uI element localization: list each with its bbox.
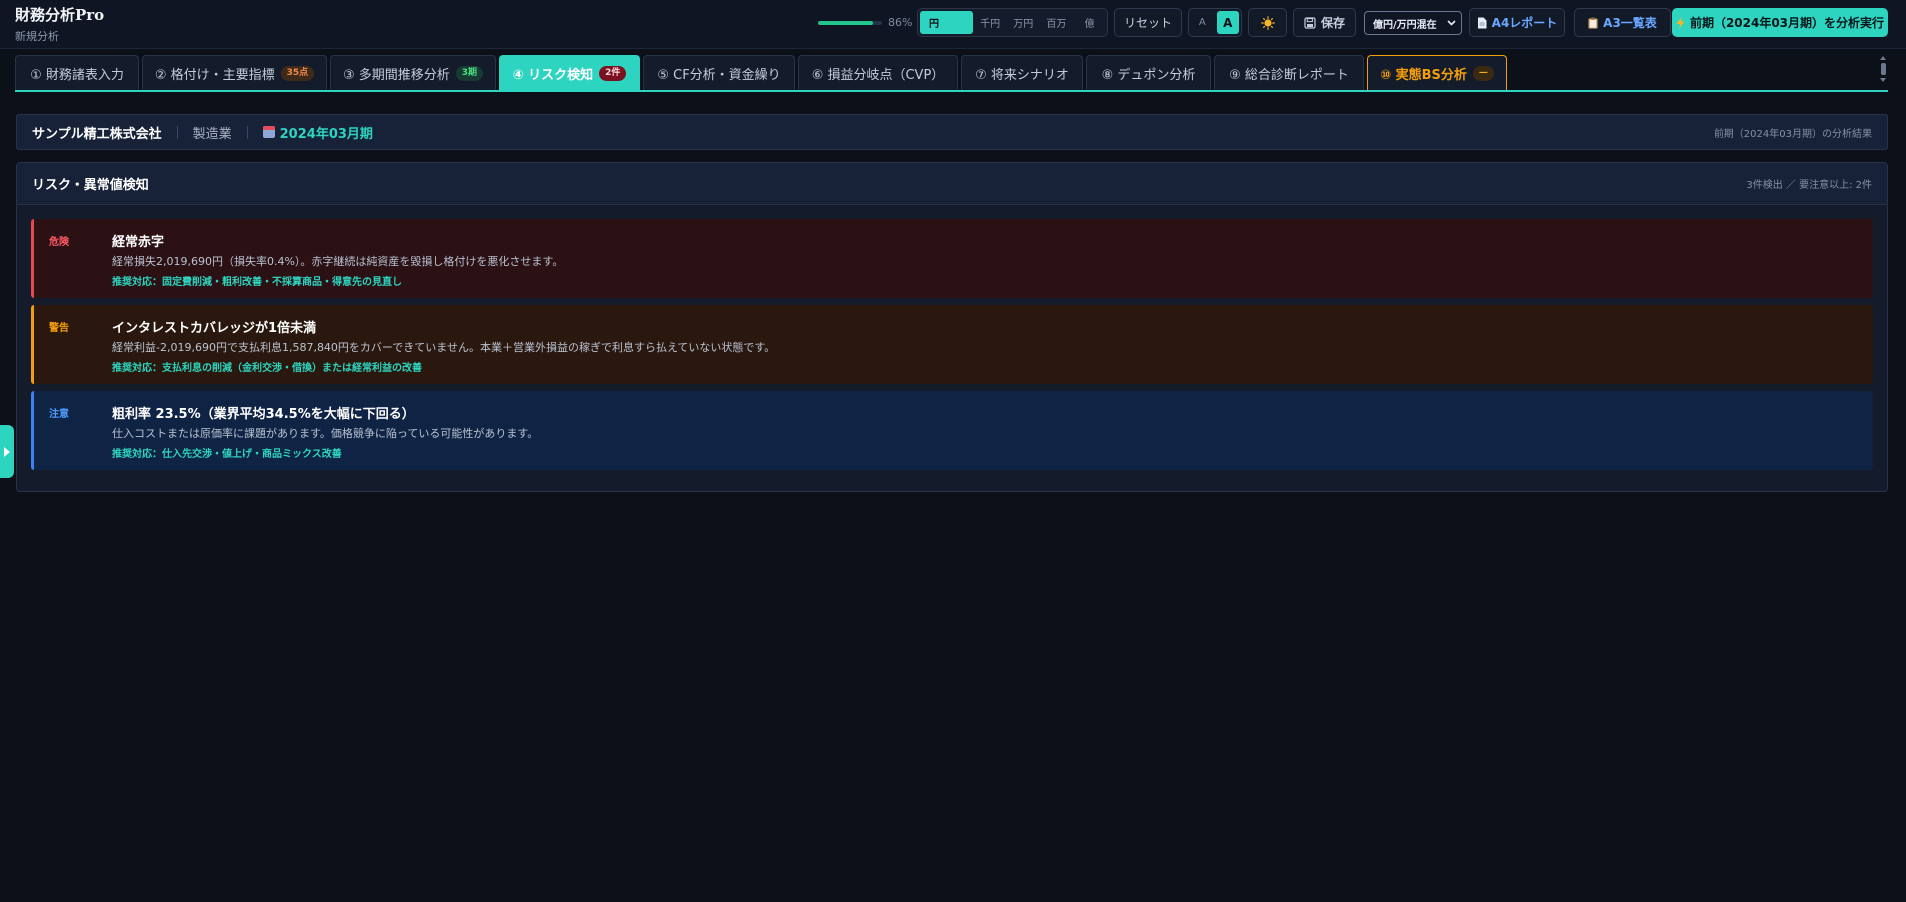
- save-button[interactable]: 保存: [1293, 8, 1356, 37]
- fiscal-period-label: 2024年03月期: [279, 126, 373, 142]
- alert-description: 経常損失2,019,690円（損失率0.4%）。赤字継続は純資産を毀損し格付けを…: [112, 255, 564, 268]
- alert-title: 経常赤字: [112, 235, 165, 250]
- alert-title: インタレストカバレッジが1倍未満: [112, 321, 317, 336]
- font-large-button[interactable]: A: [1216, 11, 1239, 34]
- scroll-up-icon: [1880, 56, 1886, 60]
- alert-recommendation: 推奨対応：仕入先交渉・値上げ・商品ミックス改善: [112, 449, 342, 460]
- unit-mix-select[interactable]: 億円/万円混在: [1364, 11, 1462, 35]
- divider: [246, 125, 248, 139]
- tab-label: ② 格付け・主要指標: [154, 67, 275, 83]
- a3-list-button[interactable]: A3一覧表: [1574, 8, 1671, 37]
- tab-statement-input[interactable]: ① 財務諸表入力: [15, 55, 139, 90]
- tab-risk-detection[interactable]: ④ リスク検知 2件: [499, 55, 640, 90]
- tab-future-scenario[interactable]: ⑦ 将来シナリオ: [961, 55, 1083, 90]
- alert-level-badge: 危険: [49, 237, 69, 248]
- tab-label: ⑧ デュポン分析: [1101, 67, 1196, 83]
- sun-icon: [1260, 15, 1275, 30]
- risk-alert-danger: 危険 経常赤字 経常損失2,019,690円（損失率0.4%）。赤字継続は純資産…: [31, 219, 1873, 298]
- chevron-right-icon: [4, 446, 10, 457]
- industry: 製造業: [192, 126, 232, 142]
- tab-scrollbar[interactable]: [1880, 56, 1886, 86]
- run-analysis-button[interactable]: 前期（2024年03月期）を分析実行: [1672, 8, 1888, 37]
- divider: [176, 125, 178, 139]
- tab-label: ⑥ 損益分岐点（CVP）: [811, 67, 945, 83]
- font-small-button[interactable]: A: [1191, 11, 1214, 34]
- tab-cvp[interactable]: ⑥ 損益分岐点（CVP）: [798, 55, 958, 90]
- alert-level-badge: 注意: [49, 409, 69, 420]
- tab-multi-period[interactable]: ③ 多期間推移分析 3期: [330, 55, 496, 90]
- brand: 財務分析Pro 新規分析: [15, 6, 104, 44]
- reset-button[interactable]: リセット: [1114, 8, 1182, 37]
- fiscal-period: 2024年03月期: [262, 123, 373, 142]
- risk-count-badge: 2件: [599, 65, 627, 81]
- alert-title: 粗利率 23.5%（業界平均34.5%を大幅に下回る）: [112, 407, 415, 422]
- tab-label: ⑦ 将来シナリオ: [975, 67, 1069, 83]
- save-icon: [1304, 16, 1316, 29]
- tab-label: ⑨ 総合診断レポート: [1229, 67, 1349, 83]
- unit-thousand-button[interactable]: 千円: [975, 11, 1006, 34]
- theme-toggle-button[interactable]: [1248, 8, 1287, 37]
- a4-report-label: A4レポート: [1491, 16, 1558, 30]
- alert-description: 仕入コストまたは原価率に課題があります。価格競争に陥っている可能性があります。: [112, 427, 539, 440]
- progress-track: [818, 20, 882, 25]
- risk-summary: 3件検出 ／ 要注意以上: 2件: [1746, 180, 1872, 191]
- unit-hundred-million-button[interactable]: 億: [1074, 11, 1105, 34]
- font-size-toggle: A A: [1188, 8, 1242, 37]
- a3-list-label: A3一覧表: [1603, 16, 1657, 30]
- top-bar: 財務分析Pro 新規分析 86% 円 千円 万円 百万 億 リセット A A 保…: [0, 0, 1906, 49]
- alert-description: 経常利益-2,019,690円で支払利息1,587,840円をカバーできていませ…: [112, 341, 776, 354]
- tab-label: ① 財務諸表入力: [30, 67, 124, 83]
- risk-alert-caution: 注意 粗利率 23.5%（業界平均34.5%を大幅に下回る） 仕入コストまたは原…: [31, 391, 1873, 470]
- tab-label: ③ 多期間推移分析: [342, 67, 450, 83]
- period-count-badge: 3期: [455, 65, 484, 81]
- main-tabs: ① 財務諸表入力 ② 格付け・主要指標 35点 ③ 多期間推移分析 3期 ④ リ…: [15, 55, 1888, 92]
- tab-actual-bs[interactable]: ⑩ 実態BS分析 —: [1367, 55, 1507, 90]
- unit-mix-value: 億円/万円混在: [1373, 19, 1437, 31]
- unit-million-button[interactable]: 百万: [1041, 11, 1072, 34]
- tab-dupont[interactable]: ⑧ デュポン分析: [1086, 55, 1211, 90]
- alert-recommendation: 推奨対応：固定費削減・粗利改善・不採算商品・得意先の見直し: [112, 277, 402, 288]
- progress-fill: [818, 20, 874, 25]
- risk-panel-header: リスク・異常値検知 3件検出 ／ 要注意以上: 2件: [17, 163, 1887, 205]
- progress-label: 86%: [888, 16, 913, 29]
- company-info-bar: サンプル精工株式会社 製造業 2024年03月期 前期（2024年03月期）の分…: [16, 114, 1888, 150]
- unit-yen-button[interactable]: 円: [920, 11, 973, 34]
- analysis-result-note: 前期（2024年03月期）の分析結果: [1713, 128, 1872, 140]
- calendar-icon: [262, 126, 275, 138]
- sidebar-toggle-button[interactable]: [0, 425, 14, 478]
- company-name: サンプル精工株式会社: [32, 126, 162, 142]
- tab-rating[interactable]: ② 格付け・主要指標 35点: [142, 55, 327, 90]
- document-icon: [1477, 17, 1487, 28]
- unit-ten-thousand-button[interactable]: 万円: [1008, 11, 1039, 34]
- app-title: 財務分析Pro: [15, 6, 105, 24]
- unit-selector: 円 千円 万円 百万 億: [917, 8, 1108, 37]
- alert-recommendation: 推奨対応：支払利息の削減（金利交渉・借換）または経常利益の改善: [112, 363, 422, 374]
- tab-diagnosis-report[interactable]: ⑨ 総合診断レポート: [1214, 55, 1364, 90]
- tab-cash-flow[interactable]: ⑤ CF分析・資金繰り: [643, 55, 795, 90]
- input-progress: 86%: [818, 16, 912, 29]
- risk-alert-warning: 警告 インタレストカバレッジが1倍未満 経常利益-2,019,690円で支払利息…: [31, 305, 1873, 384]
- run-analysis-label: 前期（2024年03月期）を分析実行: [1689, 16, 1885, 30]
- scroll-down-icon: [1880, 78, 1886, 82]
- a4-report-button[interactable]: A4レポート: [1469, 8, 1565, 37]
- actual-bs-badge: —: [1472, 65, 1494, 81]
- rating-score-badge: 35点: [280, 65, 315, 81]
- risk-panel: リスク・異常値検知 3件検出 ／ 要注意以上: 2件 危険 経常赤字 経常損失2…: [16, 162, 1888, 492]
- scroll-thumb[interactable]: [1880, 63, 1886, 75]
- tab-label: ⑩ 実態BS分析: [1380, 67, 1467, 83]
- app-subtitle: 新規分析: [15, 30, 59, 43]
- tab-label: ④ リスク検知: [512, 67, 594, 83]
- tab-label: ⑤ CF分析・資金繰り: [657, 67, 781, 83]
- chevron-down-icon: [1447, 20, 1456, 26]
- risk-panel-title: リスク・異常値検知: [32, 178, 149, 193]
- lightning-icon: [1676, 16, 1685, 29]
- save-label: 保存: [1320, 16, 1345, 30]
- alert-level-badge: 警告: [49, 323, 69, 334]
- clipboard-icon: [1588, 17, 1598, 28]
